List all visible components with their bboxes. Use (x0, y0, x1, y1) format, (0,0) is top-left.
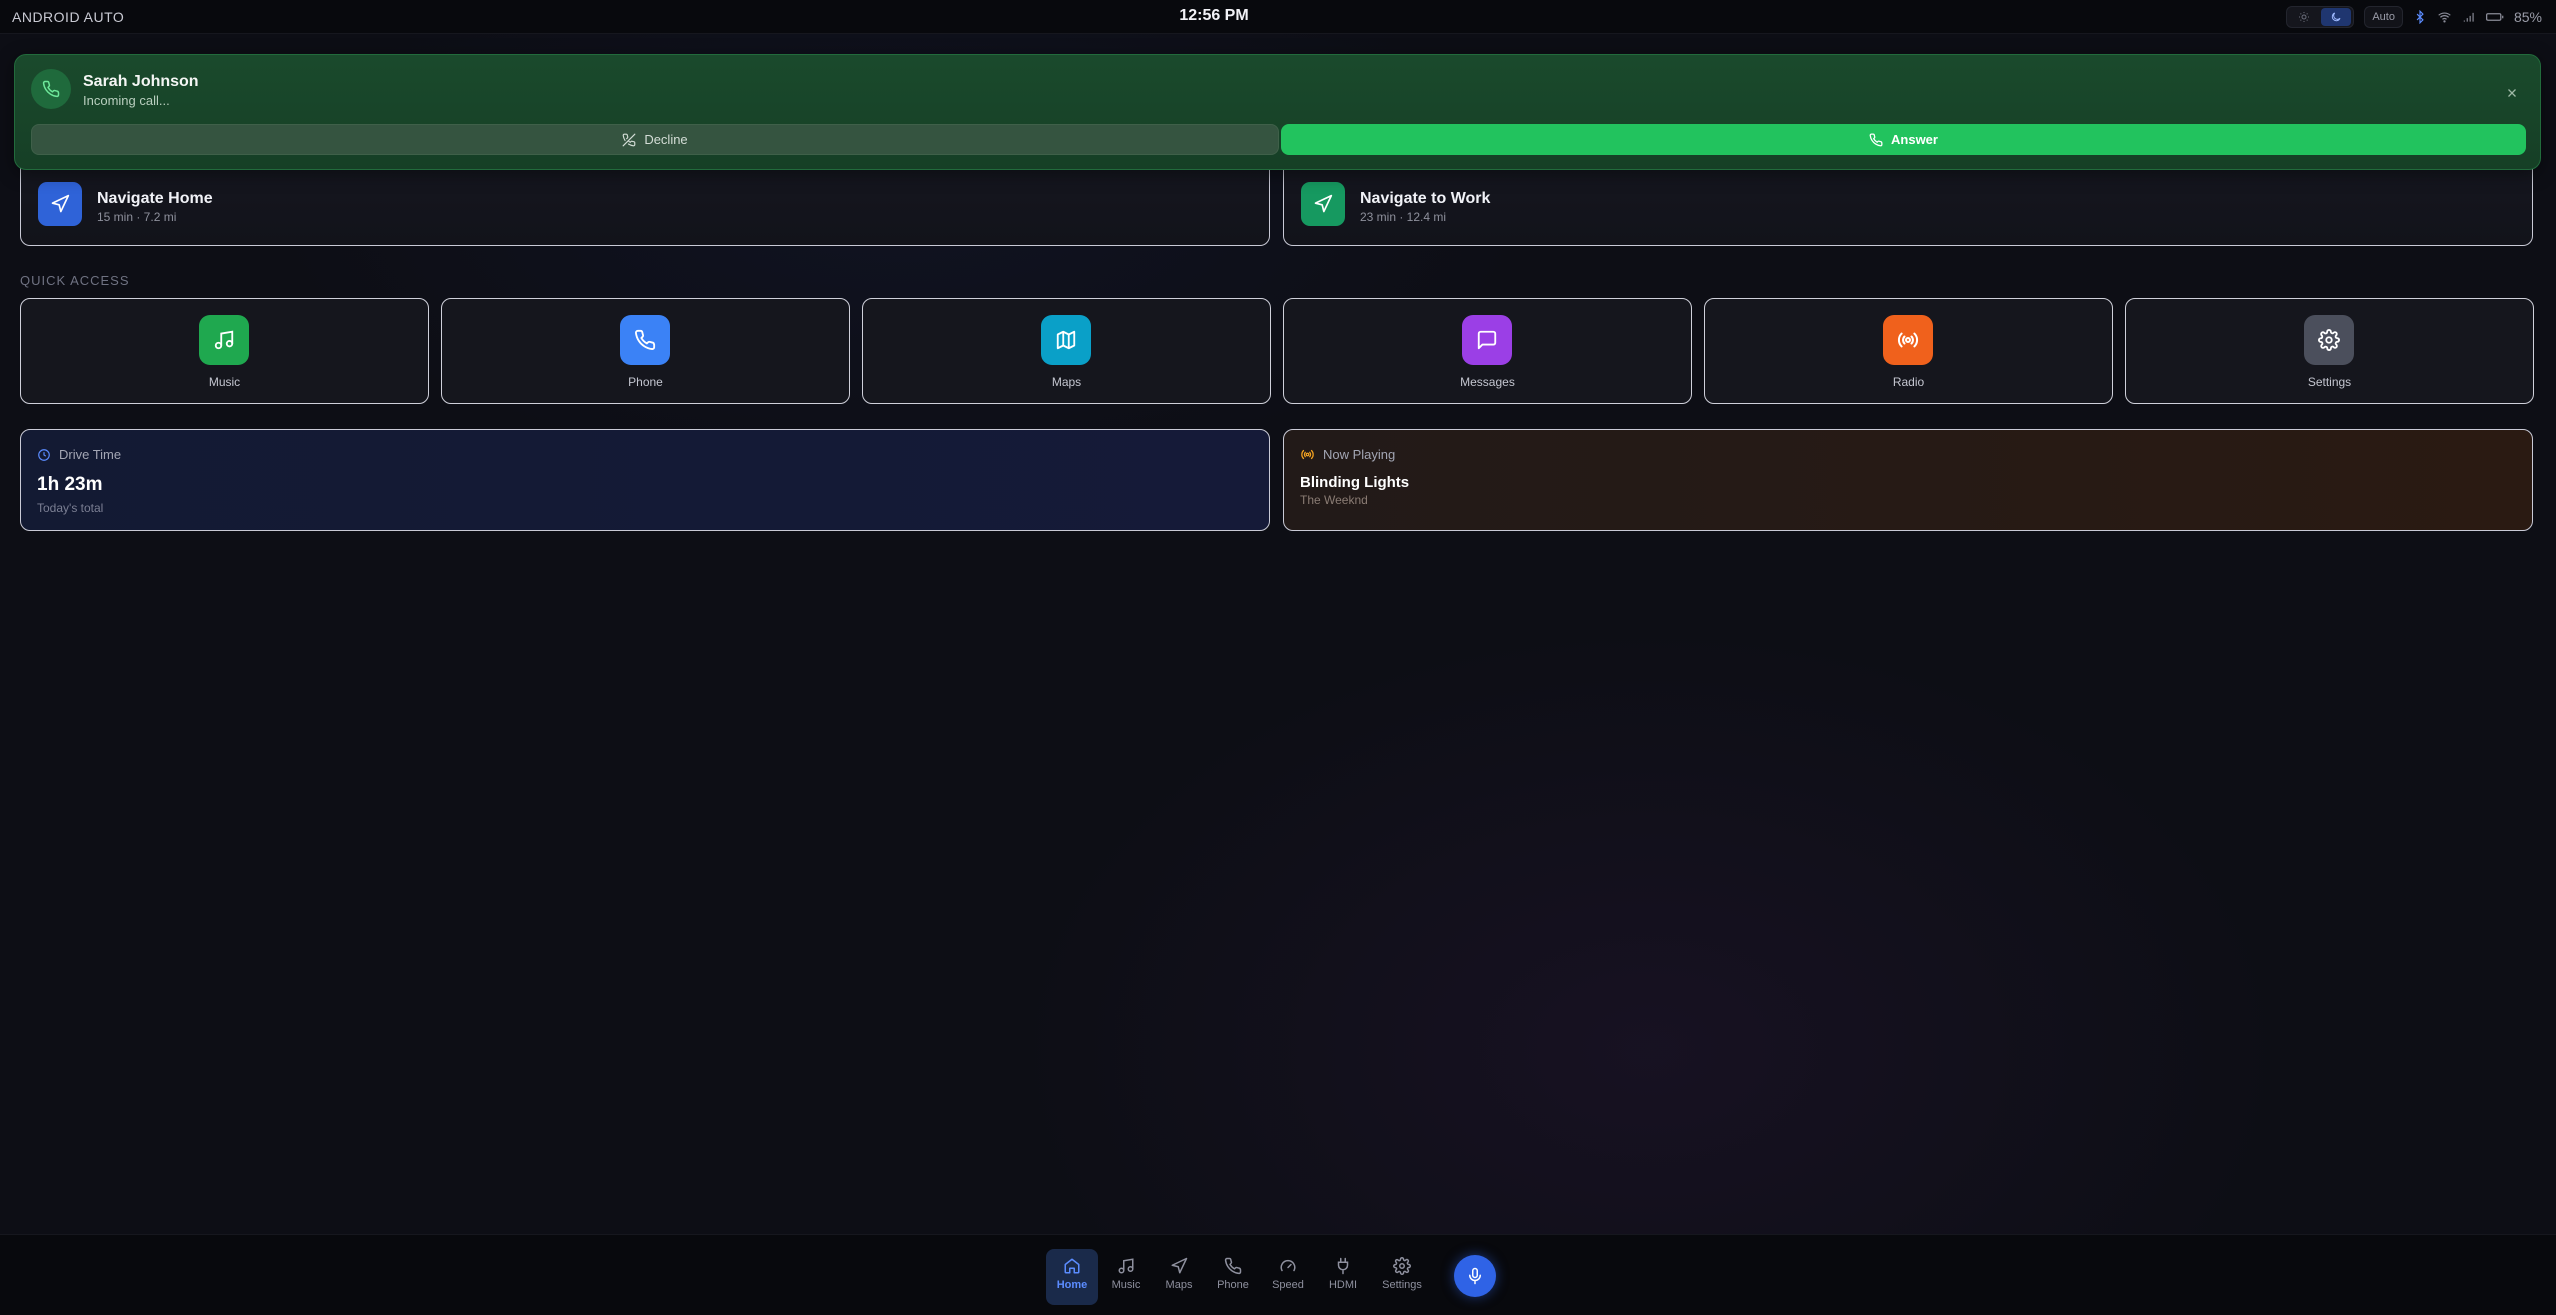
decline-button[interactable]: Decline (31, 124, 1279, 155)
radio-icon-box (1883, 315, 1933, 365)
battery-icon (2485, 13, 2504, 21)
navigation-icon (1171, 1257, 1188, 1274)
drive-time-value: 1h 23m (37, 474, 103, 495)
nav-hdmi-label: HDMI (1328, 1279, 1358, 1291)
quick-access-label: Music (208, 375, 241, 389)
moon-icon (2332, 12, 2341, 22)
status-indicators: Auto 85% (2286, 5, 2542, 29)
song-artist: The Weeknd (1300, 493, 1368, 507)
map-icon (1056, 330, 1076, 350)
quick-access-label: Maps (1051, 375, 1082, 389)
phone-icon (1224, 1257, 1242, 1275)
nav-music-label: Music (1111, 1279, 1141, 1291)
quick-access-phone[interactable]: Phone (441, 298, 850, 404)
quick-access-music[interactable]: Music (20, 298, 429, 404)
drive-time-label: Drive Time (59, 447, 122, 462)
nav-settings-label: Settings (1382, 1279, 1422, 1291)
auto-theme-button[interactable]: Auto (2364, 6, 2403, 28)
quick-access-radio[interactable]: Radio (1704, 298, 2113, 404)
signal-icon (2463, 12, 2474, 22)
music-icon-box (199, 315, 249, 365)
now-playing-label: Now Playing (1323, 447, 1396, 462)
caller-avatar (31, 69, 71, 109)
plug-icon (1337, 1257, 1349, 1275)
quick-access-maps[interactable]: Maps (862, 298, 1271, 404)
music-icon (214, 330, 234, 350)
wifi-icon (2438, 12, 2451, 23)
navigate-home-card[interactable]: Navigate Home 15 min · 7.2 mi (20, 166, 1270, 246)
navigate-home-title: Navigate Home (97, 190, 213, 207)
dark-mode-button[interactable] (2321, 8, 2352, 26)
clock: 12:56 PM (1179, 7, 1249, 24)
drive-time-header: Drive Time (37, 447, 121, 462)
phone-off-icon (622, 133, 636, 146)
song-title: Blinding Lights (1300, 474, 1410, 491)
bottom-navigation: Home Music Maps Phone Speed HDMI Setting… (0, 1234, 2556, 1315)
gear-icon (2318, 329, 2340, 351)
gear-icon-box (2304, 315, 2354, 365)
home-icon (1064, 1258, 1080, 1274)
nav-maps[interactable]: Maps (1153, 1249, 1205, 1305)
message-icon (1477, 330, 1497, 350)
gauge-icon (1280, 1259, 1296, 1272)
navigation-arrow-icon (1314, 194, 1333, 213)
quick-access-label: Messages (1460, 375, 1515, 389)
phone-icon (1869, 133, 1883, 146)
nav-maps-label: Maps (1165, 1279, 1193, 1291)
quick-access-messages[interactable]: Messages (1283, 298, 1692, 404)
now-playing-card[interactable]: Now Playing Blinding Lights The Weeknd (1283, 429, 2533, 531)
nav-speed-label: Speed (1272, 1279, 1304, 1291)
quick-access-label: Radio (1892, 375, 1925, 389)
nav-music[interactable]: Music (1100, 1249, 1152, 1305)
status-bar: ANDROID AUTO 12:56 PM Auto 85% (0, 0, 2556, 34)
quick-access-label: Settings (2307, 375, 2352, 389)
navigate-work-card[interactable]: Navigate to Work 23 min · 12.4 mi (1283, 166, 2533, 246)
close-icon (2508, 89, 2516, 97)
sun-icon (2299, 12, 2310, 22)
navigate-home-icon-box (38, 182, 82, 226)
bluetooth-icon (2416, 10, 2424, 24)
navigation-arrow-icon (51, 194, 70, 213)
decline-label: Decline (644, 132, 688, 147)
radio-icon (1897, 332, 1919, 348)
battery-level: 85% (2513, 9, 2542, 25)
navigate-work-icon-box (1301, 182, 1345, 226)
answer-label: Answer (1891, 132, 1938, 147)
message-icon-box (1462, 315, 1512, 365)
now-playing-header: Now Playing (1300, 447, 1395, 462)
drive-time-card: Drive Time 1h 23m Today's total (20, 429, 1270, 531)
radio-icon (1301, 449, 1314, 460)
answer-button[interactable]: Answer (1281, 124, 2526, 155)
quick-access-settings[interactable]: Settings (2125, 298, 2534, 404)
nav-settings[interactable]: Settings (1376, 1249, 1428, 1305)
nav-speed[interactable]: Speed (1262, 1249, 1314, 1305)
nav-home-label: Home (1056, 1279, 1088, 1291)
clock-icon (38, 448, 50, 461)
nav-hdmi[interactable]: HDMI (1317, 1249, 1369, 1305)
quick-access-label: Phone (628, 375, 663, 389)
call-status: Incoming call... (83, 93, 170, 108)
drive-time-subtitle: Today's total (37, 501, 104, 515)
map-icon-box (1041, 315, 1091, 365)
nav-phone-label: Phone (1217, 1279, 1249, 1291)
theme-toggle[interactable] (2286, 6, 2355, 28)
navigate-home-detail: 15 min · 7.2 mi (97, 210, 177, 224)
phone-icon (635, 329, 656, 350)
phone-icon-box (620, 315, 670, 365)
caller-name: Sarah Johnson (83, 73, 199, 90)
phone-icon (42, 80, 60, 98)
nav-phone[interactable]: Phone (1207, 1249, 1259, 1305)
navigate-work-title: Navigate to Work (1360, 190, 1491, 207)
dismiss-call-button[interactable] (2502, 83, 2522, 103)
navigate-work-detail: 23 min · 12.4 mi (1360, 210, 1447, 224)
incoming-call-banner: Sarah Johnson Incoming call... Decline A… (14, 54, 2541, 170)
quick-access-heading: QUICK ACCESS (20, 273, 130, 288)
music-icon (1118, 1258, 1134, 1274)
microphone-icon (1469, 1267, 1481, 1285)
gear-icon (1393, 1257, 1411, 1275)
light-mode-button[interactable] (2289, 8, 2319, 26)
nav-home[interactable]: Home (1046, 1249, 1098, 1305)
voice-assistant-button[interactable] (1454, 1255, 1496, 1297)
